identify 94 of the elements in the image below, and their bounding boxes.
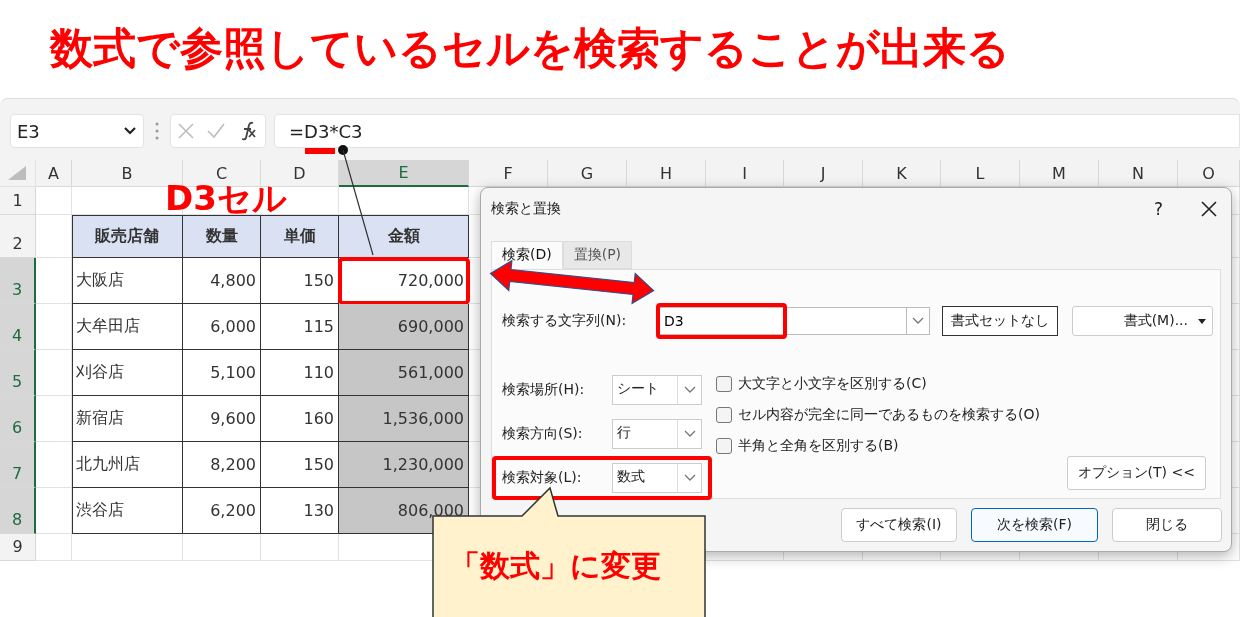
format-button[interactable]: 書式(M)...: [1072, 306, 1213, 336]
table-cell: 6,000: [183, 304, 261, 350]
table-cell: 5,100: [183, 350, 261, 396]
sheet-cell[interactable]: [36, 442, 72, 488]
chevron-down-icon: [912, 317, 924, 325]
dropdown[interactable]: 行: [612, 419, 702, 449]
table-cell: 9,600: [183, 396, 261, 442]
checkbox-option[interactable]: 大文字と小文字を区別する(C): [716, 370, 1040, 398]
table-header-cell: 数量: [183, 215, 261, 258]
checkbox[interactable]: [716, 376, 732, 392]
table-cell: 6,200: [183, 488, 261, 534]
table-cell: 561,000: [339, 350, 469, 396]
option-label: 検索方向(S):: [502, 425, 584, 443]
row-header[interactable]: 3: [0, 258, 36, 304]
column-header[interactable]: L: [941, 160, 1020, 187]
column-header[interactable]: E: [339, 160, 469, 187]
row-header[interactable]: 6: [0, 396, 36, 442]
column-header[interactable]: M: [1020, 160, 1099, 187]
table-header-cell: 単価: [261, 215, 339, 258]
row-header[interactable]: 9: [0, 534, 36, 561]
name-box[interactable]: E3: [10, 114, 144, 148]
check-icon[interactable]: [206, 122, 226, 140]
close-icon[interactable]: [1201, 201, 1217, 217]
dialog-title: 検索と置換: [491, 200, 561, 218]
table-cell: 1,536,000: [339, 396, 469, 442]
dropdown[interactable]: 数式: [612, 463, 702, 493]
chevron-down-icon: [683, 386, 696, 394]
dialog-button[interactable]: すべて検索(I): [841, 508, 957, 542]
sheet-cell[interactable]: [36, 304, 72, 350]
help-button[interactable]: ?: [1153, 199, 1163, 219]
chevron-down-icon: [123, 126, 137, 136]
dropdown[interactable]: シート: [612, 375, 702, 405]
row-header[interactable]: 8: [0, 488, 36, 534]
sheet-cell[interactable]: [36, 187, 72, 215]
column-header[interactable]: H: [627, 160, 706, 187]
options-button[interactable]: オプション(T) <<: [1066, 456, 1206, 490]
row-header[interactable]: 7: [0, 442, 36, 488]
option-label: 検索場所(H):: [502, 381, 586, 399]
column-header[interactable]: O: [1178, 160, 1240, 187]
option-label: 検索対象(L):: [502, 469, 583, 487]
table-header-cell: 販売店舗: [72, 215, 183, 258]
table-cell: 新宿店: [72, 396, 183, 442]
table-cell: 150: [261, 258, 339, 304]
tab[interactable]: 検索(D): [491, 241, 563, 269]
table-cell: 8,200: [183, 442, 261, 488]
table-cell: 720,000: [339, 258, 469, 304]
cancel-icon[interactable]: [176, 122, 195, 140]
table-header-cell: 金額: [339, 215, 469, 258]
dialog-button[interactable]: 閉じる: [1112, 508, 1222, 542]
sheet-cell[interactable]: [36, 258, 72, 304]
banner-title: 数式で参照しているセルを検索することが出来る: [50, 22, 1010, 75]
column-header[interactable]: F: [469, 160, 548, 187]
chevron-down-icon: [683, 474, 696, 482]
sheet-cell[interactable]: [36, 534, 72, 561]
dialog-button[interactable]: 次を検索(F): [971, 508, 1098, 542]
column-header[interactable]: I: [706, 160, 784, 187]
no-format-button[interactable]: 書式セットなし: [942, 306, 1058, 336]
column-header[interactable]: G: [548, 160, 627, 187]
column-header[interactable]: A: [36, 160, 72, 187]
row-header[interactable]: 4: [0, 304, 36, 350]
table-cell: 刈谷店: [72, 350, 183, 396]
column-header[interactable]: N: [1099, 160, 1178, 187]
dropdown-button[interactable]: [906, 307, 930, 335]
row-header[interactable]: 2: [0, 215, 36, 258]
table-cell: 4,800: [183, 258, 261, 304]
table-cell: 690,000: [339, 304, 469, 350]
callout-text: 「数式」に変更: [450, 547, 661, 585]
checkbox[interactable]: [716, 407, 732, 423]
checkbox[interactable]: [716, 438, 732, 454]
find-label: 検索する文字列(N):: [502, 312, 628, 330]
table-cell: 渋谷店: [72, 488, 183, 534]
table-cell: 北九州店: [72, 442, 183, 488]
chevron-down-icon: [683, 430, 696, 438]
row-header[interactable]: 1: [0, 187, 36, 215]
find-field[interactable]: D3: [659, 307, 906, 335]
column-header[interactable]: J: [784, 160, 863, 187]
underline-mark: [305, 148, 335, 154]
row-header[interactable]: 5: [0, 350, 36, 396]
sheet-cell[interactable]: [36, 488, 72, 534]
column-header[interactable]: D: [261, 160, 339, 187]
table-cell: 大牟田店: [72, 304, 183, 350]
sheet-cell[interactable]: [36, 350, 72, 396]
tab[interactable]: 置換(P): [562, 241, 633, 269]
column-header[interactable]: K: [863, 160, 941, 187]
checkbox-option[interactable]: 半角と全角を区別する(B): [716, 432, 1040, 460]
sheet-cell[interactable]: [36, 396, 72, 442]
sheet-cell[interactable]: [72, 534, 183, 561]
caret-icon: [1198, 318, 1206, 324]
sheet-cell[interactable]: [261, 534, 339, 561]
checkbox-option[interactable]: セル内容が完全に同一であるものを検索する(O): [716, 401, 1040, 429]
sheet-cell[interactable]: [183, 534, 261, 561]
table-cell: 1,230,000: [339, 442, 469, 488]
table-cell: 大阪店: [72, 258, 183, 304]
formula-field[interactable]: =D3*C3: [274, 114, 1240, 148]
